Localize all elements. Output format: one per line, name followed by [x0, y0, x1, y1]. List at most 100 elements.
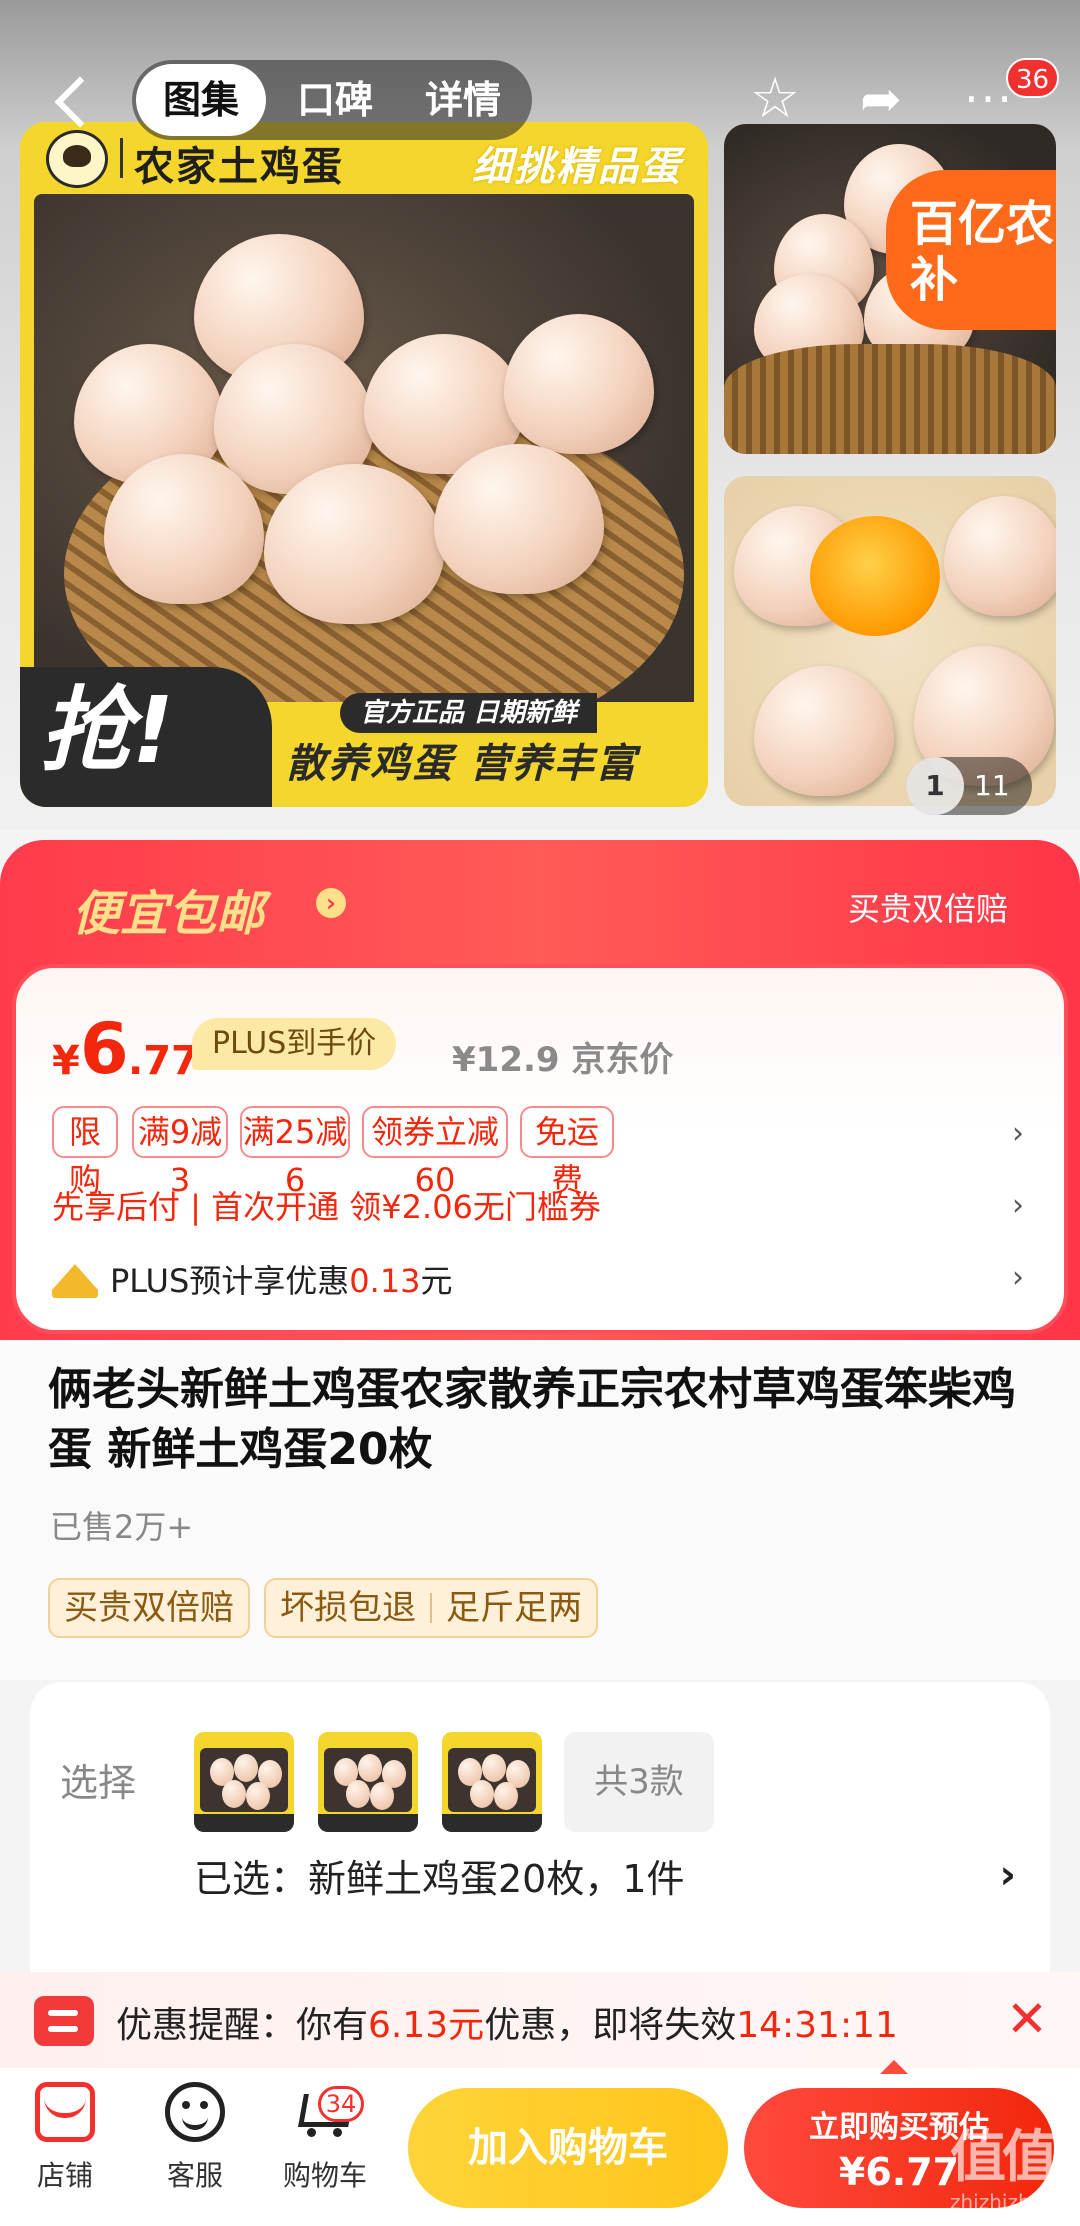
pay-later-offer[interactable]: 先享后付 | 首次开通 领¥2.06无门槛券 — [52, 1182, 601, 1228]
sold-count: 已售2万+ — [50, 1508, 194, 1546]
subsidy-badge: 百亿农补 — [886, 170, 1056, 330]
service-tag-guarantee[interactable]: 买贵双倍赔 — [48, 1578, 250, 1638]
tab-details[interactable]: 详情 — [408, 60, 518, 140]
thumbnail-strip — [194, 1814, 294, 1832]
back-icon[interactable] — [40, 62, 100, 142]
store-button[interactable]: 店铺 — [10, 2082, 120, 2212]
store-label: 店铺 — [36, 2159, 93, 2192]
cart-label: 购物车 — [282, 2159, 367, 2192]
reminder-countdown: 14:31:11 — [736, 2005, 898, 2046]
promo-arrow-icon[interactable]: › — [316, 888, 346, 918]
selected-variant: 已选：新鲜土鸡蛋20枚，1件 — [194, 1857, 685, 1901]
customer-service-label: 客服 — [166, 2159, 223, 2192]
thumbnail-photo — [448, 1748, 536, 1812]
egg — [222, 1780, 246, 1808]
cart-count-badge: 34 — [318, 2086, 364, 2122]
crown-icon — [52, 1264, 98, 1298]
egg — [504, 314, 654, 454]
chevron-right-icon[interactable]: › — [1000, 1852, 1016, 1898]
promo-tag[interactable]: 满25减6 — [240, 1106, 350, 1199]
thumbnail-strip — [318, 1814, 418, 1832]
grab-text: 抢! — [40, 677, 174, 784]
banner-divider — [120, 138, 123, 178]
promo-title[interactable]: 便宜包邮 — [72, 874, 264, 944]
egg — [234, 1754, 258, 1782]
customer-service-icon — [165, 2082, 225, 2142]
variant-thumbnail[interactable] — [318, 1732, 418, 1832]
egg-yolk — [810, 516, 940, 636]
variant-thumbnail[interactable] — [194, 1732, 294, 1832]
plus-savings-amount: 0.13 — [349, 1262, 421, 1300]
bottom-action-bar: 店铺 客服 购物车 34 加入购物车 立即购买预估 ¥6.77 — [0, 2068, 1080, 2226]
variant-thumbnail[interactable] — [442, 1732, 542, 1832]
promo-guarantee[interactable]: 买贵双倍赔 — [848, 884, 1008, 930]
plus-savings-suffix: 元 — [420, 1262, 453, 1300]
egg — [370, 1782, 394, 1810]
banner-right-text: 细挑精品蛋 — [472, 144, 682, 190]
coupon-reminder: 优惠提醒：你有6.13元优惠，即将失效14:31:11 ✕ — [0, 1972, 1080, 2068]
plus-savings-prefix: PLUS预计享优惠 — [110, 1262, 350, 1300]
plus-price-label: PLUS到手价 — [192, 1018, 397, 1070]
message-count-badge: 36 — [1006, 58, 1060, 98]
promo-tag[interactable]: 免运费 — [520, 1106, 614, 1199]
image-counter-current: 1 — [906, 757, 964, 815]
store-icon — [35, 2082, 95, 2142]
select-label: 选择 — [60, 1761, 137, 1805]
promo-tag[interactable]: 限购 — [52, 1106, 118, 1199]
banner-left-text: 农家土鸡蛋 — [134, 144, 344, 190]
promo-tag[interactable]: 领券立减60 — [362, 1106, 508, 1199]
promo-tag[interactable]: 满9减3 — [132, 1106, 228, 1199]
reminder-amount: 6.13元 — [368, 2005, 485, 2046]
image-slogan: 散养鸡蛋 营养丰富 — [286, 741, 638, 787]
egg — [346, 1780, 370, 1808]
service-tag-damage: 坏损包退 — [280, 1588, 416, 1628]
coupon-icon — [34, 1996, 94, 2046]
close-icon[interactable]: ✕ — [1006, 1990, 1048, 2048]
grab-badge: 抢! — [20, 667, 272, 807]
reminder-middle: 优惠，即将失效 — [484, 2005, 737, 2046]
customer-service-button[interactable]: 客服 — [140, 2082, 250, 2212]
chevron-right-icon[interactable]: › — [1012, 1188, 1024, 1223]
egg — [470, 1780, 494, 1808]
image-counter-total: 11 — [974, 769, 1010, 802]
reminder-text: 优惠提醒：你有6.13元优惠，即将失效14:31:11 — [116, 1996, 898, 2048]
egg-photo — [34, 194, 694, 714]
tab-gallery[interactable]: 图集 — [136, 64, 266, 136]
egg — [246, 1782, 270, 1810]
variant-count[interactable]: 共3款 — [564, 1732, 714, 1832]
chevron-right-icon[interactable]: › — [1012, 1260, 1024, 1295]
egg — [482, 1754, 506, 1782]
thumbnail-photo — [324, 1748, 412, 1812]
basket — [724, 344, 1056, 454]
egg — [754, 666, 894, 796]
share-icon[interactable]: ➦ — [846, 64, 916, 134]
official-tag: 官方正品 日期新鲜 — [340, 693, 598, 733]
egg — [494, 1782, 518, 1810]
divider — [430, 1593, 432, 1623]
price-card: ¥ 6 .77 PLUS到手价 ¥12.9 京东价 限购 满9减3 满25减6 … — [12, 964, 1068, 1334]
watermark-url: zhizhizhi.com — [950, 2190, 1080, 2214]
main-product-image[interactable]: 农家土鸡蛋 细挑精品蛋 散养鸡蛋 营养丰富 官方正品 日期新鲜 抢! — [20, 122, 708, 807]
thumbnail-photo — [200, 1748, 288, 1812]
jd-price: ¥12.9 京东价 — [452, 1040, 674, 1080]
variant-selector[interactable]: 选择 共3款 已选：新鲜土鸡蛋20枚，1件 › — [30, 1682, 1050, 2012]
tab-reviews[interactable]: 口碑 — [280, 60, 390, 140]
plus-savings[interactable]: PLUS预计享优惠0.13元 — [52, 1256, 453, 1302]
price-currency: ¥ — [52, 1038, 80, 1084]
add-to-cart-button[interactable]: 加入购物车 — [408, 2088, 728, 2208]
top-tabs: 图集 口碑 详情 — [132, 60, 532, 140]
product-info: 俩老头新鲜土鸡蛋农家散养正宗农村草鸡蛋笨柴鸡蛋 新鲜土鸡蛋20枚 已售2万+ 买… — [0, 1340, 1080, 1680]
thumbnail-image-1[interactable]: 百亿农补 — [724, 124, 1056, 454]
egg — [358, 1754, 382, 1782]
thumbnail-strip — [442, 1814, 542, 1832]
service-tag-group[interactable]: 坏损包退 足斤足两 — [264, 1578, 598, 1638]
buy-now-pointer — [880, 2060, 908, 2074]
egg — [944, 496, 1056, 616]
price-integer: 6 — [80, 1008, 129, 1090]
chevron-right-icon[interactable]: › — [1012, 1116, 1024, 1151]
reminder-prefix: 优惠提醒：你有 — [116, 2005, 369, 2046]
favorite-star-icon[interactable]: ☆ — [740, 64, 810, 134]
image-counter: 1 11 — [906, 757, 1032, 815]
service-tag-weight: 足斤足两 — [446, 1588, 582, 1628]
product-title: 俩老头新鲜土鸡蛋农家散养正宗农村草鸡蛋笨柴鸡蛋 新鲜土鸡蛋20枚 — [48, 1364, 1016, 1475]
